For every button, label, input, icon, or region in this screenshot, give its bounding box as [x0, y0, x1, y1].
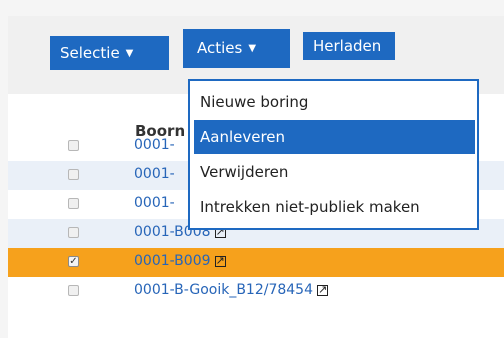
menu-item-intrekken[interactable]: Intrekken niet-publiek maken [194, 190, 475, 224]
acties-label: Acties [197, 39, 243, 57]
row-checkbox[interactable] [68, 285, 79, 296]
row-checkbox[interactable] [68, 198, 79, 209]
acties-button[interactable]: Acties ▼ [183, 29, 290, 68]
row-checkbox[interactable] [68, 227, 79, 238]
row-link-text[interactable]: 0001-B009 [134, 253, 211, 269]
row-link[interactable]: 0001- [134, 166, 175, 182]
external-link-icon[interactable]: ↗ [317, 284, 328, 296]
herladen-button[interactable]: Herladen [303, 32, 395, 60]
row-link[interactable]: 0001- [134, 195, 175, 211]
menu-item-aanleveren[interactable]: Aanleveren [194, 120, 475, 154]
row-checkbox-checked[interactable]: ✓ [68, 256, 79, 267]
caret-down-icon: ▼ [248, 43, 257, 54]
row-checkbox[interactable] [68, 140, 79, 151]
selectie-button[interactable]: Selectie ▼ [50, 36, 169, 70]
table-row[interactable]: 0001-B-Gooik_B12/78454 ↗ [8, 277, 504, 306]
selectie-label: Selectie [60, 44, 120, 62]
row-link-text[interactable]: 0001-B-Gooik_B12/78454 [134, 282, 313, 298]
caret-down-icon: ▼ [125, 48, 134, 59]
external-link-icon[interactable]: ↗ [214, 255, 226, 267]
row-link[interactable]: 0001-B009 ↗ [134, 253, 226, 269]
row-link[interactable]: 0001- [134, 137, 175, 153]
menu-item-nieuwe-boring[interactable]: Nieuwe boring [194, 85, 475, 119]
row-checkbox[interactable] [68, 169, 79, 180]
row-link[interactable]: 0001-B-Gooik_B12/78454 ↗ [134, 282, 328, 298]
menu-item-verwijderen[interactable]: Verwijderen [194, 155, 475, 189]
table-row-selected[interactable]: ✓ 0001-B009 ↗ [8, 248, 504, 277]
acties-dropdown-menu: Nieuwe boring Aanleveren Verwijderen Int… [188, 79, 479, 230]
